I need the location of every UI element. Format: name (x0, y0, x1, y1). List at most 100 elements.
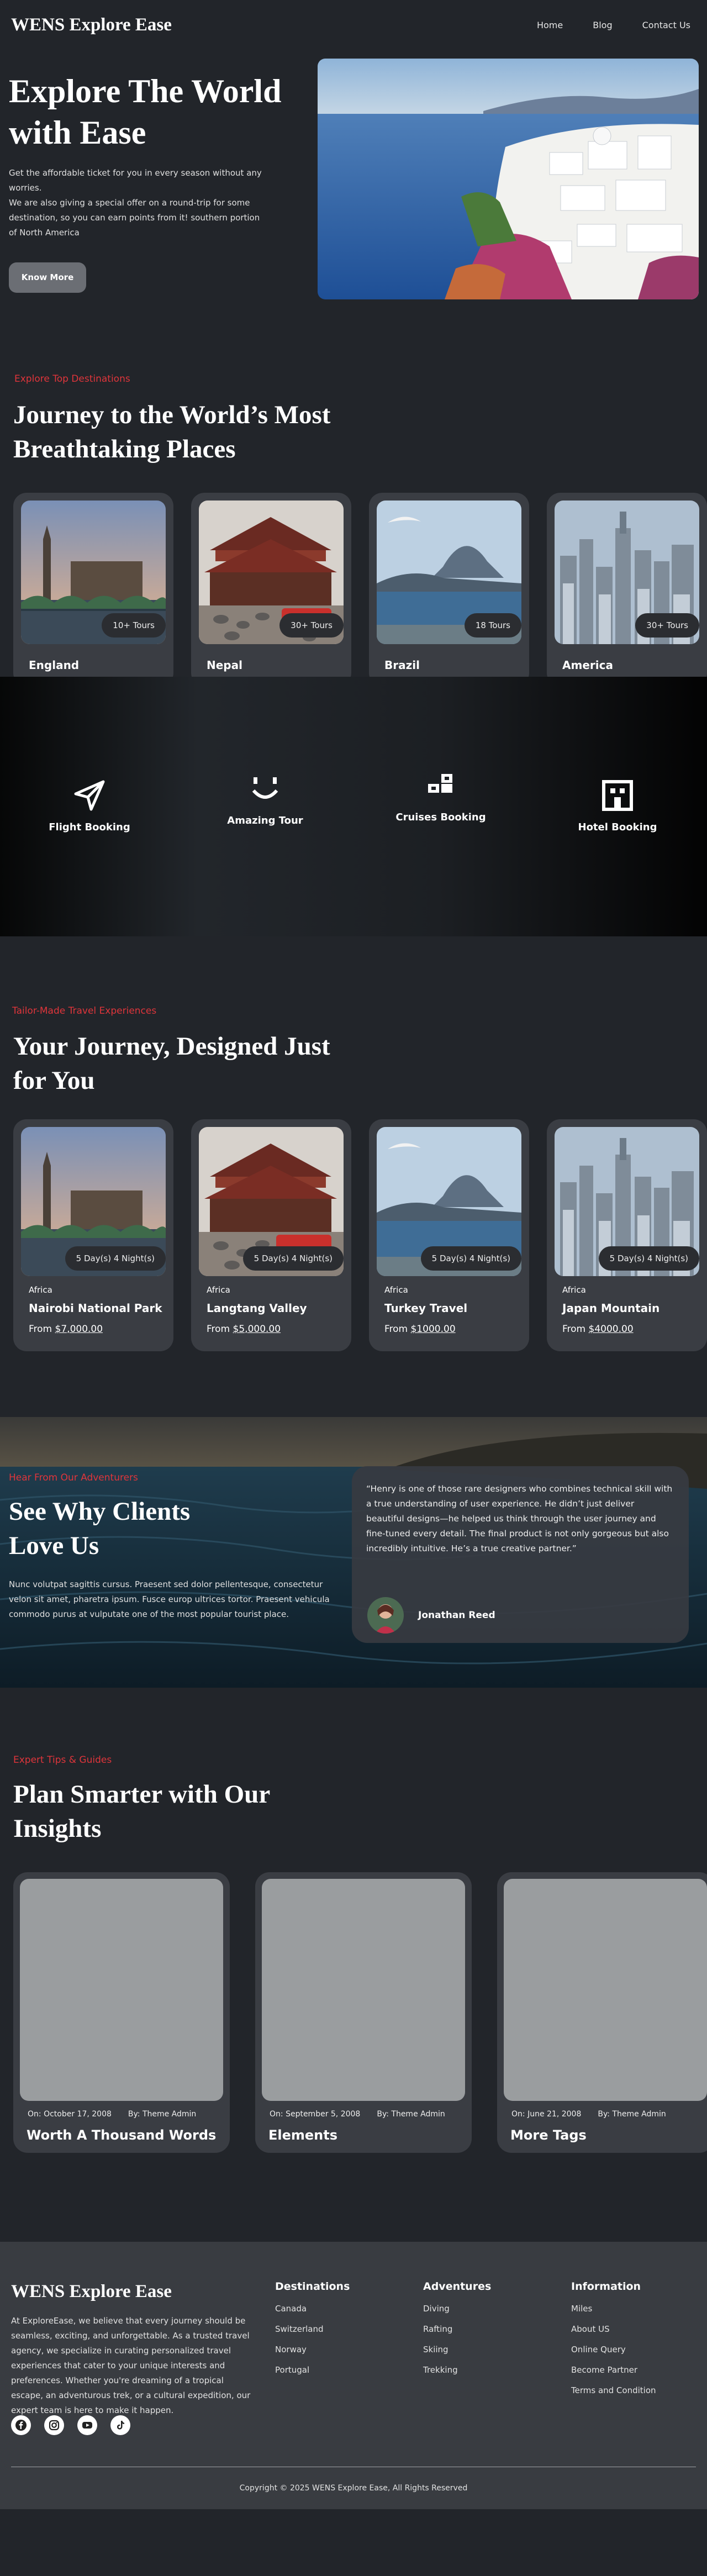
blog-author: By: Theme Admin (598, 2110, 666, 2119)
author-value[interactable]: Theme Admin (612, 2110, 666, 2119)
footer-column-information: Information Miles About US Online Query … (571, 2280, 656, 2406)
footer-column-title: Information (571, 2280, 641, 2293)
blog-card[interactable]: On: June 21, 2008 By: Theme Admin More T… (497, 1872, 707, 2153)
footer-brand[interactable]: WENS Explore Ease (11, 2282, 172, 2302)
destinations-section: Explore Top Destinations Journey to the … (0, 304, 707, 686)
blog-title: Plan Smarter with Our Insights (13, 1780, 270, 1843)
blog-section: Expert Tips & Guides Plan Smarter with O… (0, 1688, 707, 2242)
by-label: By: (598, 2110, 610, 2119)
site-footer: WENS Explore Ease At ExploreEase, we bel… (0, 2242, 707, 2509)
experience-card[interactable]: 5 Day(s) 4 Night(s) Africa Nairobi Natio… (13, 1119, 173, 1351)
destination-card[interactable]: 10+ Tours England (13, 493, 173, 686)
duration-badge: 5 Day(s) 4 Night(s) (242, 1246, 344, 1271)
on-label: On: (270, 2110, 283, 2119)
blog-meta: On: September 5, 2008 By: Theme Admin (270, 2110, 445, 2119)
blog-post-title[interactable]: Worth A Thousand Words (27, 2127, 216, 2143)
footer-link[interactable]: Become Partner (571, 2365, 656, 2385)
footer-link[interactable]: Portugal (275, 2365, 350, 2385)
experience-card[interactable]: 5 Day(s) 4 Night(s) Africa Japan Mountai… (547, 1119, 707, 1351)
footer-column-title: Destinations (275, 2280, 350, 2293)
brand-logo[interactable]: WENS Explore Ease (11, 15, 172, 35)
service-flight-booking[interactable]: Flight Booking (34, 776, 145, 833)
blog-image-placeholder (504, 1879, 707, 2101)
footer-link[interactable]: Switzerland (275, 2324, 350, 2345)
footer-link[interactable]: Norway (275, 2345, 350, 2365)
footer-link[interactable]: Miles (571, 2304, 656, 2324)
footer-link[interactable]: Rafting (423, 2324, 491, 2345)
avatar (367, 1597, 404, 1634)
price-prefix: From (562, 1324, 586, 1335)
experience-region: Africa (384, 1285, 408, 1295)
hotel-icon (598, 776, 637, 815)
blog-card-list: On: October 17, 2008 By: Theme Admin Wor… (13, 1872, 707, 2153)
author-name: Jonathan Reed (418, 1610, 495, 1621)
nav-home-link[interactable]: Home (537, 20, 563, 30)
services-section: Flight Booking Amazing Tour Cruises Book… (0, 677, 707, 936)
blog-post-title[interactable]: Elements (268, 2127, 337, 2143)
testimonials-kicker: Hear From Our Adventurers (9, 1472, 138, 1483)
footer-link[interactable]: Diving (423, 2304, 491, 2324)
experience-card-list: 5 Day(s) 4 Night(s) Africa Nairobi Natio… (13, 1119, 707, 1351)
testimonial-quote: “Henry is one of those rare designers wh… (366, 1484, 673, 1553)
destination-card[interactable]: 30+ Tours America (547, 493, 707, 686)
blog-card[interactable]: On: September 5, 2008 By: Theme Admin El… (255, 1872, 472, 2153)
instagram-icon[interactable] (44, 2415, 64, 2435)
price-value[interactable]: $1000.00 (411, 1324, 456, 1335)
experience-region: Africa (207, 1285, 230, 1295)
social-links (11, 2415, 130, 2435)
price-value[interactable]: $4000.00 (589, 1324, 634, 1335)
on-label: On: (28, 2110, 41, 2119)
main-nav: Home Blog Contact Us (537, 20, 690, 30)
service-label: Hotel Booking (578, 821, 657, 833)
know-more-button[interactable]: Know More (9, 262, 86, 293)
destination-card[interactable]: 18 Tours Brazil (369, 493, 529, 686)
hero-text-1: Get the affordable ticket for you in eve… (9, 168, 262, 193)
destination-card-list: 10+ Tours England 30+ Tours Nepal 18 Tou… (13, 493, 707, 686)
hero-section: Explore The World with Ease Get the affo… (0, 50, 707, 304)
footer-link[interactable]: Skiing (423, 2345, 491, 2365)
footer-column-destinations: Destinations Canada Switzerland Norway P… (275, 2280, 350, 2385)
service-amazing-tour[interactable]: Amazing Tour (210, 770, 320, 826)
top-navbar: WENS Explore Ease Home Blog Contact Us (0, 0, 707, 50)
service-cruises-booking[interactable]: Cruises Booking (386, 766, 496, 823)
hero-description: Get the affordable ticket for you in eve… (9, 166, 268, 240)
footer-link[interactable]: Canada (275, 2304, 350, 2324)
blog-card[interactable]: On: October 17, 2008 By: Theme Admin Wor… (13, 1872, 230, 2153)
service-hotel-booking[interactable]: Hotel Booking (562, 776, 673, 833)
facebook-icon[interactable] (11, 2415, 31, 2435)
duration-badge: 5 Day(s) 4 Night(s) (420, 1246, 521, 1271)
destination-name: America (562, 659, 613, 672)
experience-price: From $5,000.00 (207, 1324, 281, 1335)
destination-card[interactable]: 30+ Tours Nepal (191, 493, 351, 686)
nav-blog-link[interactable]: Blog (593, 20, 612, 30)
nav-contact-link[interactable]: Contact Us (642, 20, 690, 30)
experience-price: From $7,000.00 (29, 1324, 103, 1335)
testimonial-card: “Henry is one of those rare designers wh… (352, 1466, 689, 1643)
blocks-icon (421, 766, 460, 805)
price-value[interactable]: $7,000.00 (55, 1324, 103, 1335)
experience-name: Japan Mountain (562, 1302, 660, 1315)
youtube-icon[interactable] (77, 2415, 97, 2435)
experience-name: Langtang Valley (207, 1302, 307, 1315)
footer-link[interactable]: Online Query (571, 2345, 656, 2365)
footer-link[interactable]: Trekking (423, 2365, 491, 2385)
service-label: Amazing Tour (227, 815, 303, 826)
date-value: September 5, 2008 (286, 2110, 361, 2119)
footer-link[interactable]: Terms and Condition (571, 2385, 656, 2406)
blog-post-title[interactable]: More Tags (510, 2127, 587, 2143)
blog-author: By: Theme Admin (377, 2110, 445, 2119)
destination-name: England (29, 659, 80, 672)
experience-region: Africa (562, 1285, 586, 1295)
testimonials-description: Nunc volutpat sagittis cursus. Praesent … (9, 1579, 330, 1619)
experience-card[interactable]: 5 Day(s) 4 Night(s) Africa Langtang Vall… (191, 1119, 351, 1351)
tours-count-badge: 18 Tours (464, 613, 521, 638)
footer-link[interactable]: About US (571, 2324, 656, 2345)
smile-icon (246, 770, 284, 808)
author-value[interactable]: Theme Admin (143, 2110, 196, 2119)
duration-badge: 5 Day(s) 4 Night(s) (598, 1246, 699, 1271)
tiktok-icon[interactable] (110, 2415, 130, 2435)
experience-card[interactable]: 5 Day(s) 4 Night(s) Africa Turkey Travel… (369, 1119, 529, 1351)
price-value[interactable]: $5,000.00 (233, 1324, 281, 1335)
author-value[interactable]: Theme Admin (391, 2110, 445, 2119)
hero-text-2: We are also giving a special offer on a … (9, 198, 260, 238)
